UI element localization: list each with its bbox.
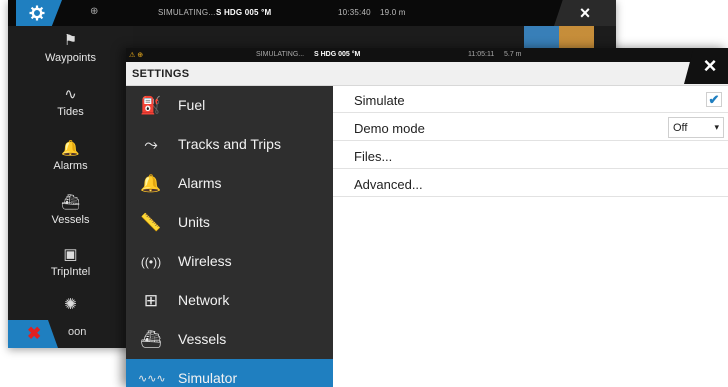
settings-time: 11:05:11 bbox=[468, 51, 495, 58]
advanced-label: Advanced... bbox=[354, 177, 423, 192]
bg-sidebar-item-alarms[interactable]: 🔔 Alarms bbox=[8, 138, 133, 172]
bg-sim-text: SIMULATING... bbox=[158, 8, 216, 17]
bg-sidebar-item-waypoints[interactable]: ⚑ Waypoints bbox=[8, 30, 133, 64]
chevron-down-icon: ▾ bbox=[714, 122, 719, 132]
nav-item-vessels[interactable]: ⛴ Vessels bbox=[126, 320, 333, 359]
bg-sidebar-label: TripIntel bbox=[50, 266, 91, 278]
close-red-x-icon: ✖ bbox=[27, 324, 42, 343]
files-label: Files... bbox=[354, 149, 393, 164]
bg-sidebar: ⚑ Waypoints ∿ Tides 🔔 Alarms ⛴ Vessels ▣… bbox=[8, 26, 133, 348]
vessel-icon: ⛴ bbox=[60, 194, 81, 211]
globe-icon: ⊕ bbox=[90, 6, 99, 17]
nav-item-label: Fuel bbox=[178, 97, 206, 113]
bg-sidebar-label: Vessels bbox=[51, 214, 90, 226]
network-icon: ⊞ bbox=[143, 291, 159, 310]
nav-item-wireless[interactable]: ((•)) Wireless bbox=[126, 242, 333, 281]
nav-item-label: Simulator bbox=[178, 370, 238, 386]
settings-heading: S HDG 005 °M bbox=[314, 51, 361, 58]
nav-item-label: Network bbox=[178, 292, 230, 308]
settings-button[interactable] bbox=[16, 0, 62, 26]
bg-time: 10:35:40 bbox=[338, 8, 371, 17]
nav-item-network[interactable]: ⊞ Network bbox=[126, 281, 333, 320]
bg-status-bar: ⊕ SIMULATING... S HDG 005 °M 10:35:40 19… bbox=[8, 0, 616, 26]
page-title: SETTINGS bbox=[132, 68, 190, 80]
nav-item-units[interactable]: 📏 Units bbox=[126, 203, 333, 242]
nav-item-alarms[interactable]: 🔔 Alarms bbox=[126, 164, 333, 203]
bg-bottom-label: oon bbox=[68, 326, 87, 338]
demo-mode-label: Demo mode bbox=[354, 121, 425, 136]
demo-mode-value: Off bbox=[673, 122, 688, 134]
tracks-icon: ⤳ bbox=[144, 135, 158, 154]
nav-item-label: Wireless bbox=[178, 253, 232, 269]
nav-item-label: Vessels bbox=[178, 331, 227, 347]
nav-item-label: Units bbox=[178, 214, 210, 230]
alarm-bell-icon: 🔔 bbox=[61, 140, 80, 157]
nav-item-tracks-and-trips[interactable]: ⤳ Tracks and Trips bbox=[126, 125, 333, 164]
ruler-icon: 📏 bbox=[140, 213, 162, 232]
row-simulate[interactable]: Simulate ✔ bbox=[333, 86, 728, 113]
settings-dialog: ⚠ ⊕ SIMULATING... S HDG 005 °M 11:05:11 … bbox=[126, 48, 728, 387]
vessel-icon: ⛴ bbox=[140, 330, 162, 349]
simulator-wave-icon: ∿∿∿ bbox=[138, 373, 166, 385]
row-demo-mode: Demo mode Off ▾ bbox=[333, 114, 728, 141]
settings-sim-text: SIMULATING... bbox=[256, 51, 305, 58]
bg-close-button[interactable]: × bbox=[554, 0, 616, 26]
settings-content: Simulate ✔ Demo mode Off ▾ Files... Adva… bbox=[333, 86, 728, 387]
demo-mode-select[interactable]: Off ▾ bbox=[668, 117, 724, 138]
nav-item-simulator[interactable]: ∿∿∿ Simulator bbox=[126, 359, 333, 387]
bg-heading: S HDG 005 °M bbox=[216, 8, 272, 17]
settings-distance: 5.7 m bbox=[504, 51, 522, 58]
settings-nav: ⛽ Fuel ⤳ Tracks and Trips 🔔 Alarms 📏 Uni… bbox=[126, 86, 333, 387]
row-files[interactable]: Files... bbox=[333, 142, 728, 169]
settings-titlebar: SETTINGS bbox=[126, 62, 728, 86]
tripintel-icon: ▣ bbox=[63, 246, 78, 263]
simulate-checkbox[interactable]: ✔ bbox=[706, 92, 722, 107]
nav-item-label: Tracks and Trips bbox=[178, 136, 281, 152]
bg-sidebar-label: Alarms bbox=[53, 160, 88, 172]
nav-item-label: Alarms bbox=[178, 175, 222, 191]
waypoint-flag-icon: ⚑ bbox=[63, 32, 78, 49]
wireless-icon: ((•)) bbox=[140, 255, 162, 269]
simulate-label: Simulate bbox=[354, 93, 405, 108]
bg-sidebar-item-sun-moon[interactable]: ✺ bbox=[8, 294, 133, 316]
bg-sidebar-item-tides[interactable]: ∿ Tides bbox=[8, 84, 133, 118]
nav-item-fuel[interactable]: ⛽ Fuel bbox=[126, 86, 333, 125]
bg-sidebar-item-tripintel[interactable]: ▣ TripIntel bbox=[8, 244, 133, 278]
bg-distance: 19.0 m bbox=[380, 8, 406, 17]
bg-sidebar-item-vessels[interactable]: ⛴ Vessels bbox=[8, 192, 133, 226]
tide-wave-icon: ∿ bbox=[64, 86, 77, 103]
alarm-bell-icon: 🔔 bbox=[140, 174, 162, 193]
row-advanced[interactable]: Advanced... bbox=[333, 170, 728, 197]
fuel-icon: ⛽ bbox=[140, 96, 162, 115]
sun-moon-icon: ✺ bbox=[64, 296, 77, 313]
screen: ⊕ SIMULATING... S HDG 005 °M 10:35:40 19… bbox=[0, 0, 728, 387]
settings-status-bar: ⚠ ⊕ SIMULATING... S HDG 005 °M 11:05:11 … bbox=[126, 48, 728, 62]
bg-sidebar-label: Tides bbox=[57, 106, 84, 118]
bg-sidebar-label: Waypoints bbox=[45, 52, 96, 64]
gear-icon bbox=[29, 5, 45, 21]
warning-icon: ⚠ ⊕ bbox=[129, 52, 144, 59]
